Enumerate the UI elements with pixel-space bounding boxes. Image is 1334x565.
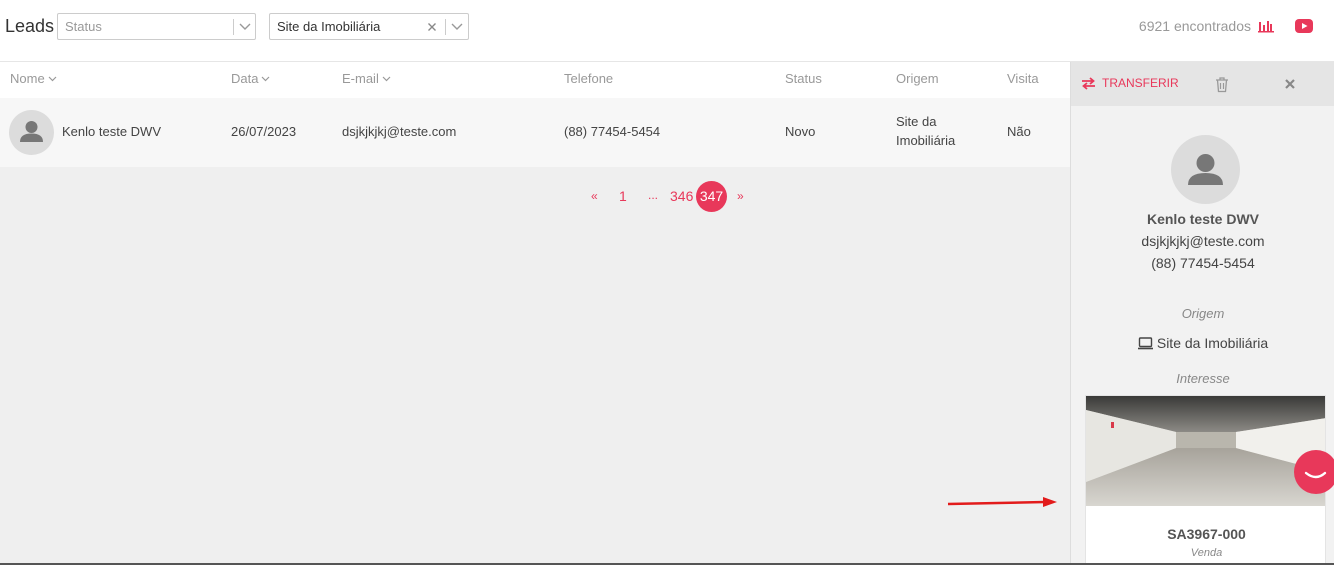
- clear-icon[interactable]: [426, 21, 438, 33]
- lead-email: dsjkjkjkj@teste.com: [342, 124, 457, 139]
- leads-table-area: Nome Data E-mail Telefone Status Origem …: [0, 62, 1070, 565]
- column-label: Origem: [896, 71, 939, 86]
- lead-name: Kenlo teste DWV: [62, 124, 161, 139]
- column-header-visita: Visita: [1007, 71, 1039, 86]
- column-label: Status: [785, 71, 822, 86]
- pagination-page-first[interactable]: 1: [619, 188, 627, 204]
- pagination-next[interactable]: »: [737, 189, 744, 203]
- user-icon: [1188, 154, 1223, 185]
- avatar: [9, 110, 54, 155]
- lead-detail-origin: Site da Imobiliária: [1071, 335, 1334, 351]
- column-header-telefone: Telefone: [564, 71, 613, 86]
- page-title: Leads: [5, 16, 55, 36]
- lead-visit: Não: [1007, 124, 1031, 139]
- topbar: Leads Status Site da Imobiliária 6921 en…: [0, 0, 1334, 62]
- close-icon[interactable]: [1283, 77, 1297, 91]
- chat-icon: [1304, 471, 1327, 479]
- pagination-ellipsis: ...: [648, 188, 659, 202]
- origin-label: Origem: [1181, 306, 1225, 321]
- column-header-origem: Origem: [896, 71, 939, 86]
- transfer-button[interactable]: TRANSFERIR: [1081, 76, 1179, 90]
- property-photo: [1086, 396, 1325, 506]
- lead-detail-email: dsjkjkjkj@teste.com: [1141, 233, 1265, 249]
- column-header-nome[interactable]: Nome: [10, 71, 57, 86]
- column-label: E-mail: [342, 71, 379, 86]
- lead-detail-name: Kenlo teste DWV: [1146, 211, 1259, 227]
- select-separator: [233, 19, 234, 35]
- trash-icon[interactable]: [1214, 76, 1230, 93]
- chart-icon[interactable]: [1258, 19, 1274, 33]
- origin-value: Site da Imobiliária: [1156, 335, 1269, 351]
- chevron-down-icon: [382, 76, 391, 82]
- table-header: Nome Data E-mail Telefone Status Origem …: [0, 62, 1070, 98]
- user-icon: [20, 121, 43, 142]
- transfer-icon: [1082, 76, 1095, 90]
- lead-origin-line1: Site da: [896, 114, 937, 129]
- app: Leads Status Site da Imobiliária 6921 en…: [0, 0, 1334, 565]
- column-label: Data: [231, 71, 259, 86]
- chevron-down-icon[interactable]: [237, 18, 253, 34]
- column-label: Nome: [10, 71, 45, 86]
- interest-label: Interesse: [1176, 371, 1230, 386]
- column-label: Telefone: [564, 71, 614, 86]
- pagination-prev[interactable]: «: [591, 189, 598, 203]
- origin-filter-value: Site da Imobiliária: [277, 19, 381, 34]
- pagination-page-346[interactable]: 346: [670, 188, 693, 204]
- chevron-down-icon[interactable]: [449, 18, 465, 34]
- youtube-icon[interactable]: [1295, 19, 1313, 33]
- avatar: [1171, 135, 1240, 204]
- chevron-down-icon: [262, 76, 270, 82]
- lead-detail-phone: (88) 77454-5454: [1151, 255, 1255, 271]
- column-header-data[interactable]: Data: [231, 71, 270, 86]
- status-filter-select[interactable]: Status: [57, 13, 256, 40]
- chevron-down-icon: [48, 76, 57, 82]
- pagination: « 1 ... 346 347 »: [0, 181, 1070, 212]
- table-row[interactable]: Kenlo teste DWV 26/07/2023 dsjkjkjkj@tes…: [0, 98, 1070, 167]
- property-deal-type: Venda: [1190, 547, 1223, 559]
- property-card[interactable]: SA3967-000 Venda: [1085, 395, 1326, 565]
- lead-status: Novo: [785, 124, 816, 139]
- transfer-label: TRANSFERIR: [1102, 76, 1179, 90]
- pagination-page-current[interactable]: 347: [696, 181, 727, 212]
- column-label: Visita: [1007, 71, 1039, 86]
- arrow-annotation-icon: [947, 497, 1057, 507]
- column-header-status: Status: [785, 71, 822, 86]
- origin-filter-select[interactable]: Site da Imobiliária: [269, 13, 469, 40]
- status-filter-placeholder: Status: [65, 19, 102, 34]
- lead-origin-line2: Imobiliária: [896, 133, 956, 148]
- chat-button[interactable]: [1294, 450, 1334, 494]
- select-separator: [445, 19, 446, 35]
- monitor-icon: [1137, 336, 1153, 349]
- column-header-email[interactable]: E-mail: [342, 71, 391, 86]
- results-count: 6921 encontrados: [1138, 18, 1251, 34]
- lead-phone: (88) 77454-5454: [564, 124, 661, 139]
- panel-toolbar: TRANSFERIR: [1071, 62, 1334, 106]
- property-ref: SA3967-000: [1167, 526, 1246, 542]
- lead-date: 26/07/2023: [231, 124, 297, 139]
